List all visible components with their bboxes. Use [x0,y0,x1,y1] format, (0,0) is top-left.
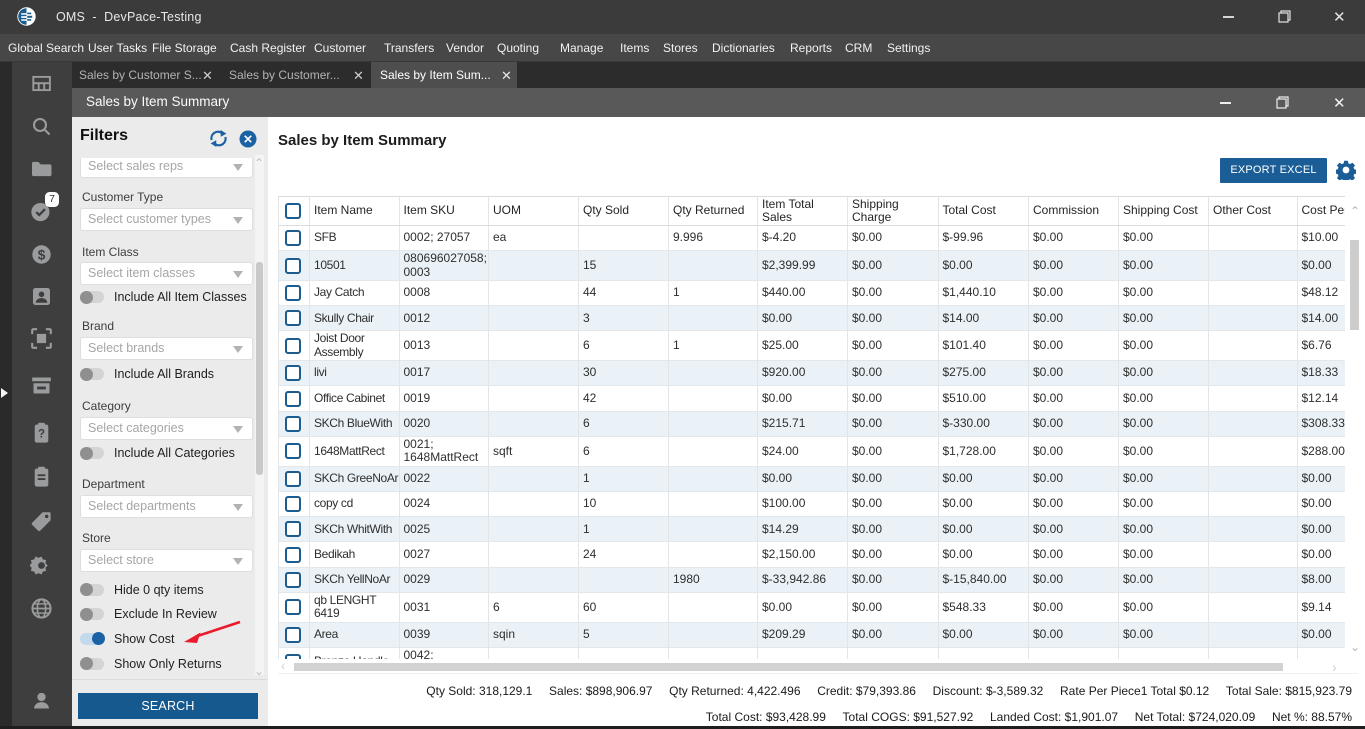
svg-text:?: ? [38,428,45,440]
svg-text:$: $ [38,247,46,262]
